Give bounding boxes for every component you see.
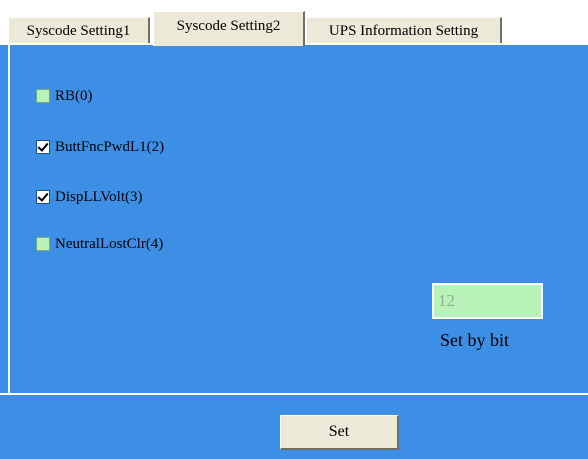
set-by-bit-field[interactable]: 12	[432, 283, 543, 319]
set-button[interactable]: Set	[280, 415, 399, 450]
checkbox-neutrallostclr[interactable]: NeutralLostClr(4)	[36, 234, 163, 254]
checkbox-icon[interactable]	[36, 190, 50, 204]
checkbox-icon[interactable]	[36, 140, 50, 154]
divider	[0, 393, 588, 395]
tab-ups-information-setting[interactable]: UPS Information Setting	[306, 17, 502, 43]
checkbox-displlvolt[interactable]: DispLLVolt(3)	[36, 187, 143, 207]
checkbox-icon[interactable]	[36, 237, 50, 251]
set-by-bit-caption: Set by bit	[440, 330, 510, 350]
checkbox-icon[interactable]	[36, 89, 50, 103]
tab-syscode-setting2[interactable]: Syscode Setting2	[153, 11, 305, 46]
checkbox-buttfncpwdl1[interactable]: ButtFncPwdL1(2)	[36, 137, 164, 157]
tab-strip: Syscode Setting1 UPS Information Setting…	[0, 0, 588, 46]
checkbox-rb[interactable]: RB(0)	[36, 86, 93, 106]
checkbox-label: DispLLVolt(3)	[55, 188, 143, 205]
checkbox-label: ButtFncPwdL1(2)	[55, 138, 165, 155]
checkbox-label: RB(0)	[55, 87, 93, 104]
tab-syscode-setting1[interactable]: Syscode Setting1	[8, 17, 150, 43]
checkbox-label: NeutralLostClr(4)	[55, 235, 164, 252]
